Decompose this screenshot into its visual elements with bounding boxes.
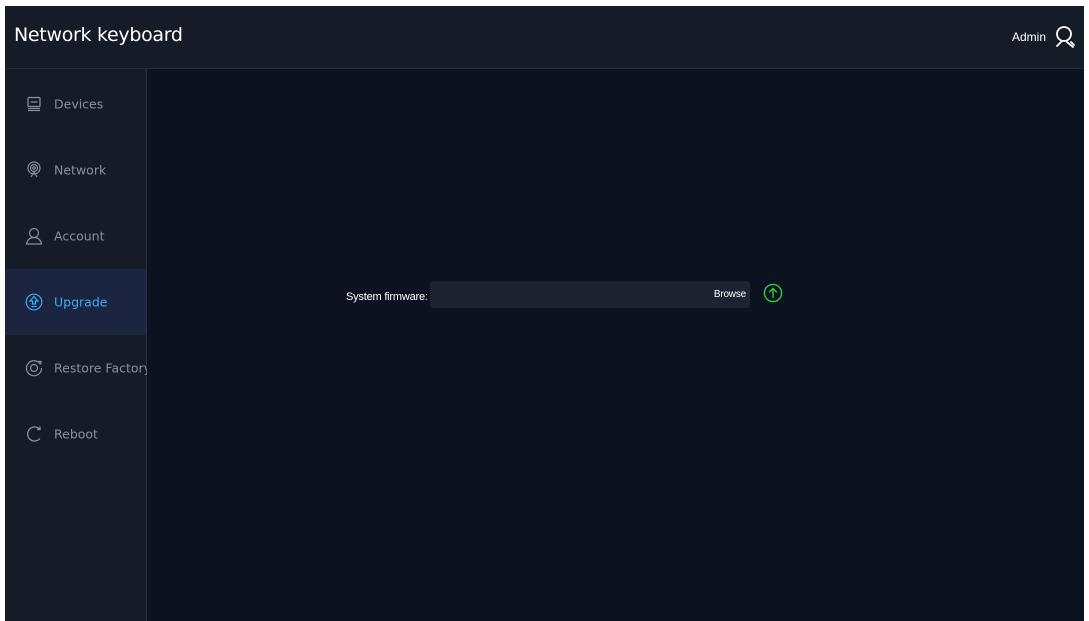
sidebar-item-label: Reboot: [54, 426, 98, 442]
top-bar: Network keyboard Admin: [5, 6, 1084, 69]
network-icon: [25, 161, 43, 179]
sidebar-item-upgrade[interactable]: Upgrade: [5, 269, 146, 335]
user-name: Admin: [1011, 30, 1046, 44]
upgrade-icon: [25, 293, 43, 311]
app-title: Network keyboard: [14, 24, 183, 46]
sidebar-item-label: Restore Factory: [54, 360, 152, 376]
system-firmware-input[interactable]: [430, 281, 700, 308]
system-firmware-label: System firmware:: [346, 291, 428, 303]
reboot-icon: [25, 425, 43, 443]
main-content: System firmware: Browse: [147, 69, 1084, 621]
sidebar-item-label: Network: [54, 162, 107, 178]
upload-icon[interactable]: [763, 283, 783, 303]
user-icon[interactable]: [1054, 25, 1076, 49]
browse-button[interactable]: Browse: [714, 281, 746, 308]
sidebar: Devices Network Account Upgrade Restore …: [5, 69, 151, 621]
devices-icon: [25, 95, 43, 113]
sidebar-item-network[interactable]: Network: [5, 137, 146, 203]
restore-factory-icon: [25, 359, 43, 377]
app-window: Network keyboard Admin Devices Network A…: [5, 6, 1084, 621]
sidebar-item-devices[interactable]: Devices: [5, 71, 146, 137]
sidebar-item-label: Upgrade: [54, 294, 108, 310]
sidebar-item-label: Devices: [54, 96, 104, 112]
upload-button[interactable]: [763, 283, 783, 303]
sidebar-item-restore-factory[interactable]: Restore Factory: [5, 335, 151, 401]
sidebar-item-account[interactable]: Account: [5, 203, 146, 269]
system-firmware-field[interactable]: Browse: [430, 281, 750, 308]
sidebar-item-label: Account: [54, 228, 105, 244]
sidebar-item-reboot[interactable]: Reboot: [5, 401, 146, 467]
account-icon: [25, 227, 43, 245]
user-menu[interactable]: Admin: [1012, 22, 1076, 52]
